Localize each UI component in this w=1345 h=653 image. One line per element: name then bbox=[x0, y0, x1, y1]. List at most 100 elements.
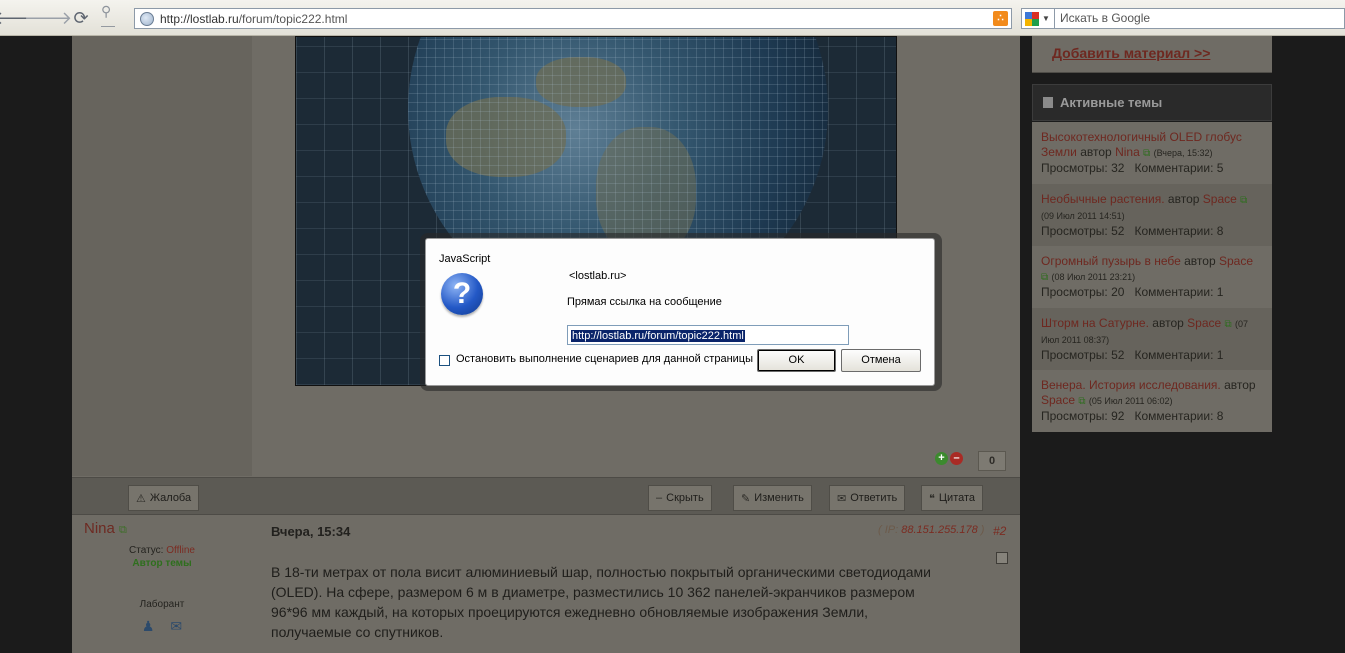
views-label: Просмотры: bbox=[1041, 285, 1108, 299]
post-body: В 18-ти метрах от пола висит алюминиевый… bbox=[271, 564, 931, 640]
vote-up-icon[interactable]: + bbox=[935, 452, 948, 465]
quote-button[interactable]: ❝ Цитата bbox=[921, 485, 984, 511]
dialog-message: Прямая ссылка на сообщение bbox=[567, 296, 722, 308]
search-engine-selector[interactable]: ▼ bbox=[1021, 8, 1055, 29]
ip-value: 88.151.255.178 bbox=[901, 524, 978, 536]
views-label: Просмотры: bbox=[1041, 224, 1108, 238]
quote-label: Цитата bbox=[938, 492, 976, 504]
vote-down-icon[interactable]: – bbox=[950, 452, 963, 465]
list-item: Огромный пузырь в небе автор Space ⧉ (08… bbox=[1032, 246, 1272, 308]
comments-count: 8 bbox=[1216, 224, 1224, 238]
reload-icon[interactable]: ⟳ bbox=[70, 8, 92, 28]
external-link-icon[interactable]: ⧉ bbox=[1225, 319, 1232, 330]
comments-count: 1 bbox=[1216, 348, 1224, 362]
edit-icon: ✎ bbox=[741, 492, 751, 505]
ok-button[interactable]: OK bbox=[757, 349, 836, 372]
topic-author[interactable]: Space bbox=[1041, 393, 1075, 407]
dialog-site: <lostlab.ru> bbox=[569, 270, 627, 282]
external-link-icon[interactable]: ⧉ bbox=[119, 524, 127, 536]
user-rank: Лаборант bbox=[139, 599, 185, 610]
topic-author[interactable]: Nina bbox=[1115, 145, 1140, 159]
comments-label: Комментарии: bbox=[1134, 224, 1214, 238]
comments-label: Комментарии: bbox=[1134, 348, 1214, 362]
reply-label: Ответить bbox=[850, 492, 898, 504]
external-link-icon[interactable]: ⧉ bbox=[1240, 195, 1247, 206]
post-author[interactable]: Nina ⧉ bbox=[84, 520, 127, 537]
comments-label: Комментарии: bbox=[1134, 285, 1214, 299]
status-label: Статус: bbox=[129, 545, 164, 556]
google-icon bbox=[1025, 11, 1039, 26]
key-icon[interactable]: ⚲— bbox=[101, 4, 123, 32]
external-link-icon[interactable]: ⧉ bbox=[1143, 148, 1150, 159]
chevron-down-icon: ▼ bbox=[1042, 14, 1050, 23]
topic-title[interactable]: Необычные растения. bbox=[1041, 192, 1165, 206]
topic-author[interactable]: Space bbox=[1203, 192, 1237, 206]
edit-label: Изменить bbox=[754, 492, 804, 504]
rss-icon[interactable]: ∴ bbox=[993, 11, 1008, 26]
post-time: Вчера, 15:34 bbox=[271, 524, 351, 539]
hide-label: Скрыть bbox=[666, 492, 704, 504]
comments-count: 5 bbox=[1216, 161, 1224, 175]
status-badge: Offline bbox=[166, 545, 195, 556]
stop-scripts-checkbox[interactable] bbox=[439, 355, 450, 366]
views-label: Просмотры: bbox=[1041, 348, 1108, 362]
comments-count: 8 bbox=[1216, 409, 1224, 423]
user-column bbox=[72, 36, 252, 476]
list-item: Венера. История исследования. автор Spac… bbox=[1032, 370, 1272, 432]
views-count: 20 bbox=[1111, 285, 1125, 299]
views-count: 92 bbox=[1111, 409, 1125, 423]
link-input-value[interactable]: http://lostlab.ru/forum/topic222.html bbox=[571, 330, 745, 342]
post-number[interactable]: #2 bbox=[993, 524, 1006, 538]
quote-icon: ❝ bbox=[929, 492, 935, 505]
topic-title[interactable]: Огромный пузырь в небе bbox=[1041, 254, 1181, 268]
topic-author-badge: Автор темы bbox=[132, 558, 192, 569]
minus-icon: – bbox=[656, 492, 663, 504]
topic-by: автор bbox=[1152, 316, 1184, 330]
post-ip: ( IP: 88.151.255.178 ) bbox=[878, 524, 985, 536]
topic-stats: Просмотры: 20 Комментарии: 1 bbox=[1041, 285, 1263, 300]
user-profile-icon[interactable]: ♟ bbox=[142, 618, 155, 635]
topic-stats: Просмотры: 52 Комментарии: 8 bbox=[1041, 224, 1263, 239]
topic-stats: Просмотры: 52 Комментарии: 1 bbox=[1041, 348, 1263, 363]
complain-label: Жалоба bbox=[149, 492, 192, 504]
topic-stats: Просмотры: 92 Комментарии: 8 bbox=[1041, 409, 1263, 424]
javascript-prompt-dialog: JavaScript ? <lostlab.ru> Прямая ссылка … bbox=[425, 238, 935, 386]
comments-label: Комментарии: bbox=[1134, 161, 1214, 175]
url-host: http://lostlab.ru bbox=[160, 11, 239, 26]
add-material-link[interactable]: Добавить материал >> bbox=[1052, 45, 1210, 61]
external-link-icon[interactable]: ⧉ bbox=[1078, 396, 1085, 407]
edit-button[interactable]: ✎ Изменить bbox=[733, 485, 812, 511]
cancel-button[interactable]: Отмена bbox=[841, 349, 921, 372]
dialog-title: JavaScript bbox=[439, 253, 491, 265]
topic-stats: Просмотры: 32 Комментарии: 5 bbox=[1041, 161, 1263, 176]
address-bar[interactable]: http://lostlab.ru/forum/topic222.html ∴ bbox=[134, 8, 1012, 29]
url-path: /forum/topic222.html bbox=[238, 11, 348, 26]
hide-button[interactable]: – Скрыть bbox=[648, 485, 712, 511]
views-count: 52 bbox=[1111, 224, 1125, 238]
topic-author[interactable]: Space bbox=[1219, 254, 1253, 268]
topic-date: (Вчера, 15:32) bbox=[1153, 148, 1213, 158]
reply-button[interactable]: ✉ Ответить bbox=[829, 485, 906, 511]
message-icon[interactable]: ✉ bbox=[170, 618, 182, 635]
stop-scripts-label[interactable]: Остановить выполнение сценариев для данн… bbox=[456, 353, 753, 365]
search-input[interactable]: Искать в Google bbox=[1055, 8, 1345, 29]
forward-icon[interactable]: 🡒 bbox=[24, 8, 72, 28]
topic-by: автор bbox=[1224, 378, 1256, 392]
post-select-checkbox[interactable] bbox=[996, 552, 1008, 564]
list-item: Необычные растения. автор Space ⧉ (09 Ию… bbox=[1032, 184, 1272, 246]
ip-label: IP: bbox=[884, 524, 899, 536]
topic-date: (09 Июл 2011 14:51) bbox=[1041, 211, 1125, 221]
link-input[interactable]: http://lostlab.ru/forum/topic222.html bbox=[567, 325, 849, 345]
rating-controls: + – bbox=[935, 452, 963, 465]
topic-date: (05 Июл 2011 06:02) bbox=[1088, 396, 1173, 406]
topic-title[interactable]: Венера. История исследования. bbox=[1041, 378, 1221, 392]
complain-button[interactable]: ⚠ Жалоба bbox=[128, 485, 200, 511]
author-name[interactable]: Nina bbox=[84, 520, 115, 537]
topic-author[interactable]: Space bbox=[1187, 316, 1221, 330]
views-count: 32 bbox=[1111, 161, 1125, 175]
topic-title[interactable]: Шторм на Сатурне. bbox=[1041, 316, 1149, 330]
external-link-icon[interactable]: ⧉ bbox=[1041, 272, 1048, 283]
topic-by: автор bbox=[1080, 145, 1112, 159]
comments-label: Комментарии: bbox=[1134, 409, 1214, 423]
topic-date: (08 Июл 2011 23:21) bbox=[1051, 272, 1136, 282]
